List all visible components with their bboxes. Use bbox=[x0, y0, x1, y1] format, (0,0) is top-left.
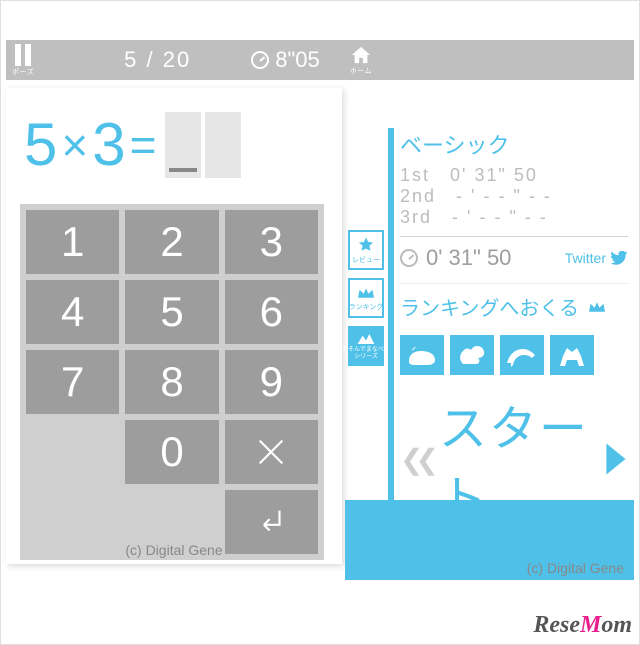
equation-b: 3 bbox=[92, 110, 123, 179]
watermark-c: om bbox=[601, 612, 632, 638]
score-row-3: 3rd - ' - - " - - bbox=[400, 207, 628, 228]
watermark-b: M bbox=[580, 612, 601, 638]
key-5[interactable]: 5 bbox=[125, 280, 218, 344]
score-rank-1: 1st bbox=[400, 165, 430, 186]
equation-operator: × bbox=[61, 118, 86, 172]
twitter-label: Twitter bbox=[565, 250, 606, 266]
score-rank-2: 2nd bbox=[400, 186, 436, 207]
key-2[interactable]: 2 bbox=[125, 210, 218, 274]
numeric-keypad: 1 2 3 4 5 6 7 8 9 0 bbox=[20, 204, 324, 560]
watermark: ReseMom bbox=[533, 612, 632, 639]
series-button[interactable]: あそんでまなべる シリーズ bbox=[348, 326, 384, 366]
mode-title: ベーシック bbox=[400, 128, 628, 161]
home-button[interactable]: ホーム bbox=[350, 45, 372, 76]
key-clear[interactable] bbox=[225, 420, 318, 484]
score-row-1: 1st 0' 31" 50 bbox=[400, 165, 628, 186]
elapsed-timer: 8"05 bbox=[251, 47, 320, 73]
best-time-row: 0' 31" 50 Twitter bbox=[400, 245, 628, 271]
key-9[interactable]: 9 bbox=[225, 350, 318, 414]
home-label: ホーム bbox=[350, 66, 372, 76]
review-label: レビュー bbox=[352, 255, 380, 265]
key-7[interactable]: 7 bbox=[26, 350, 119, 414]
crown-icon bbox=[587, 299, 607, 315]
key-3[interactable]: 3 bbox=[225, 210, 318, 274]
play-icon bbox=[604, 439, 628, 479]
side-icon-column: レビュー ランキング あそんでまなべる シリーズ bbox=[348, 230, 384, 366]
pause-button[interactable]: ポーズ bbox=[12, 44, 34, 77]
key-blank bbox=[26, 420, 119, 484]
equation-equals: = bbox=[130, 118, 155, 172]
score-divider bbox=[400, 236, 628, 237]
send-ranking-button[interactable]: ランキングへおくる bbox=[400, 283, 628, 321]
animal-selector bbox=[400, 335, 628, 375]
review-button[interactable]: レビュー bbox=[348, 230, 384, 270]
score-time-2: - ' - - " - - bbox=[456, 186, 552, 207]
send-ranking-label: ランキングへおくる bbox=[400, 292, 579, 321]
clock-icon bbox=[251, 51, 269, 69]
animal-wolf[interactable] bbox=[550, 335, 594, 375]
copyright-left: (c) Digital Gene bbox=[6, 542, 342, 558]
copyright-right: (c) Digital Gene bbox=[527, 560, 624, 576]
score-time-1: 0' 31" 50 bbox=[450, 165, 538, 186]
key-8[interactable]: 8 bbox=[125, 350, 218, 414]
elapsed-time-value: 8"05 bbox=[275, 47, 320, 73]
answer-slots bbox=[165, 112, 241, 178]
answer-slot-2[interactable] bbox=[205, 112, 241, 178]
back-button[interactable]: ❮❮ bbox=[400, 443, 431, 476]
quiz-panel: 5 × 3 = 1 2 3 4 5 6 7 8 9 0 (c) Digital … bbox=[6, 88, 342, 564]
home-icon bbox=[350, 45, 372, 65]
pause-icon bbox=[15, 44, 31, 66]
pause-label: ポーズ bbox=[12, 67, 34, 77]
best-time-value: 0' 31" 50 bbox=[426, 245, 511, 271]
key-6[interactable]: 6 bbox=[225, 280, 318, 344]
key-0[interactable]: 0 bbox=[125, 420, 218, 484]
top-bar: ポーズ 5 / 20 8"05 ホーム bbox=[6, 40, 634, 80]
key-4[interactable]: 4 bbox=[26, 280, 119, 344]
clock-icon bbox=[400, 249, 418, 267]
ranking-button[interactable]: ランキング bbox=[348, 278, 384, 318]
equation-a: 5 bbox=[24, 110, 55, 179]
key-1[interactable]: 1 bbox=[26, 210, 119, 274]
twitter-icon bbox=[610, 251, 628, 265]
animal-hippo[interactable] bbox=[400, 335, 444, 375]
crown-icon bbox=[356, 285, 376, 301]
score-rank-3: 3rd bbox=[400, 207, 432, 228]
watermark-a: Rese bbox=[533, 612, 580, 638]
equation: 5 × 3 = bbox=[24, 110, 241, 179]
score-list: 1st 0' 31" 50 2nd - ' - - " - - 3rd - ' … bbox=[400, 165, 628, 228]
answer-slot-1[interactable] bbox=[165, 112, 201, 178]
ranking-label: ランキング bbox=[349, 302, 384, 312]
twitter-share[interactable]: Twitter bbox=[565, 250, 628, 266]
progress-counter: 5 / 20 bbox=[124, 47, 191, 73]
score-time-3: - ' - - " - - bbox=[452, 207, 548, 228]
series-label-2: シリーズ bbox=[354, 354, 378, 360]
animal-horse[interactable] bbox=[500, 335, 544, 375]
star-icon bbox=[356, 236, 376, 254]
results-panel: ベーシック 1st 0' 31" 50 2nd - ' - - " - - 3r… bbox=[400, 128, 628, 529]
series-label-1: あそんでまなべる bbox=[342, 347, 390, 353]
vertical-divider bbox=[388, 128, 394, 512]
score-row-2: 2nd - ' - - " - - bbox=[400, 186, 628, 207]
animal-squirrel[interactable] bbox=[450, 335, 494, 375]
series-icon bbox=[356, 332, 376, 346]
